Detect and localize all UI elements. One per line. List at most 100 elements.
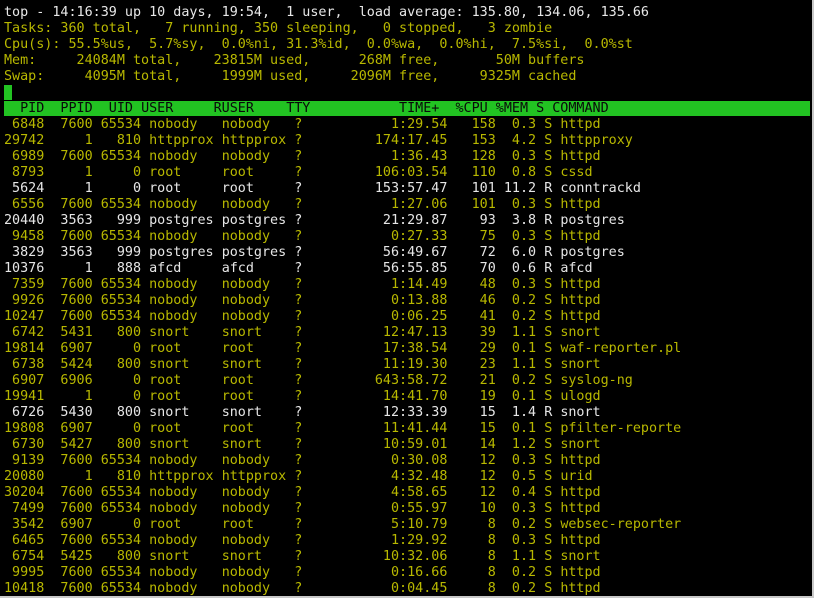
cell-ruser: root <box>221 373 295 388</box>
col-cpu: %CPU <box>439 101 488 116</box>
cell-ppid: 7600 <box>44 453 93 468</box>
cell-state: S <box>544 453 553 468</box>
cell-mem: 1.1 <box>495 357 537 372</box>
cell-pid: 9995 <box>4 565 45 580</box>
cell-command: httpd <box>560 149 601 164</box>
cell-state: S <box>544 357 553 372</box>
cell-ppid: 6907 <box>44 341 93 356</box>
cell-command: snort <box>560 549 601 564</box>
cell-ruser: root <box>221 421 295 436</box>
cell-ppid: 7600 <box>44 293 93 308</box>
cell-command: snort <box>560 325 601 340</box>
cell-tty: ? <box>294 565 351 580</box>
cell-ppid: 5430 <box>44 405 93 420</box>
cell-cpu: 110 <box>447 165 496 180</box>
cell-mem: 0.3 <box>495 117 537 132</box>
cell-time: 17:38.54 <box>350 341 448 356</box>
process-row: 6726 5430 800 snort snort ? 12:33.39 15 … <box>4 405 601 421</box>
cell-tty: ? <box>294 581 351 596</box>
cell-time: 56:55.85 <box>350 261 448 276</box>
col-time: TIME+ <box>358 101 440 116</box>
cell-cpu: 48 <box>447 277 496 292</box>
cell-uid: 65534 <box>92 293 142 308</box>
cell-mem: 6.0 <box>495 245 537 260</box>
cell-uid: 65534 <box>92 117 142 132</box>
cell-uid: 800 <box>92 357 142 372</box>
process-row: 30204 7600 65534 nobody nobody ? 4:58.65… <box>4 485 601 501</box>
cell-user: snort <box>149 405 222 420</box>
cell-ruser: nobody <box>221 581 295 596</box>
cell-state: S <box>544 501 553 516</box>
mem-line: Mem: 24084M total, 23815M used, 268M fre… <box>4 53 585 68</box>
cell-tty: ? <box>294 309 351 324</box>
cell-uid: 800 <box>92 405 142 420</box>
cell-time: 1:14.49 <box>350 277 448 292</box>
cell-tty: ? <box>294 501 351 516</box>
cell-mem: 3.8 <box>495 213 537 228</box>
cell-state: S <box>544 469 553 484</box>
cell-uid: 65534 <box>92 533 142 548</box>
cell-mem: 0.2 <box>495 293 537 308</box>
cell-pid: 10418 <box>4 581 45 596</box>
cell-pid: 6754 <box>4 549 45 564</box>
cell-mem: 0.4 <box>495 485 537 500</box>
process-row: 3829 3563 999 postgres postgres ? 56:49.… <box>4 245 625 261</box>
cell-cpu: 14 <box>447 437 496 452</box>
col-state: S <box>536 101 545 116</box>
cell-ruser: postgres <box>221 245 295 260</box>
process-row: 9926 7600 65534 nobody nobody ? 0:13.88 … <box>4 293 601 309</box>
cell-ppid: 6906 <box>44 373 93 388</box>
cell-user: nobody <box>149 309 222 324</box>
cell-time: 1:29.54 <box>350 117 448 132</box>
terminal-window[interactable]: top - 14:16:39 up 10 days, 19:54, 1 user… <box>0 0 814 598</box>
cell-state: S <box>544 485 553 500</box>
cell-time: 56:49.67 <box>350 245 448 260</box>
cell-command: postgres <box>560 245 625 260</box>
cell-ppid: 7600 <box>44 309 93 324</box>
cell-state: S <box>544 117 553 132</box>
cell-state: S <box>544 565 553 580</box>
cell-time: 11:41.44 <box>350 421 448 436</box>
cell-ppid: 7600 <box>44 565 93 580</box>
cell-uid: 65534 <box>92 581 142 596</box>
process-row: 6556 7600 65534 nobody nobody ? 1:27.06 … <box>4 197 601 213</box>
cell-time: 4:58.65 <box>350 485 448 500</box>
cell-ppid: 1 <box>44 389 93 404</box>
cell-time: 11:19.30 <box>350 357 448 372</box>
cell-user: postgres <box>149 245 222 260</box>
cell-ruser: nobody <box>221 309 295 324</box>
cell-mem: 0.2 <box>495 517 537 532</box>
process-row: 6848 7600 65534 nobody nobody ? 1:29.54 … <box>4 117 601 133</box>
cell-user: nobody <box>149 277 222 292</box>
cell-ppid: 1 <box>44 261 93 276</box>
cell-cpu: 8 <box>447 565 496 580</box>
cell-pid: 20440 <box>4 213 45 228</box>
cell-pid: 6465 <box>4 533 45 548</box>
cell-time: 1:29.92 <box>350 533 448 548</box>
cell-ppid: 1 <box>44 165 93 180</box>
cell-command: snort <box>560 357 601 372</box>
cell-state: S <box>544 197 553 212</box>
cell-tty: ? <box>294 485 351 500</box>
cell-cpu: 10 <box>447 501 496 516</box>
cell-time: 12:47.13 <box>350 325 448 340</box>
cell-tty: ? <box>294 133 351 148</box>
cell-state: S <box>544 149 553 164</box>
cell-state: S <box>544 229 553 244</box>
cell-user: snort <box>149 357 222 372</box>
cell-state: R <box>544 213 553 228</box>
cell-ppid: 3563 <box>44 245 93 260</box>
cell-command: httpd <box>560 197 601 212</box>
column-header: PID PPID UID USER RUSER TTY TIME+ %CPU %… <box>4 101 609 117</box>
cell-command: httpd <box>560 581 601 596</box>
cell-pid: 6848 <box>4 117 45 132</box>
cell-tty: ? <box>294 213 351 228</box>
process-row: 6738 5424 800 snort snort ? 11:19.30 23 … <box>4 357 601 373</box>
cell-cpu: 12 <box>447 453 496 468</box>
cell-time: 5:10.79 <box>350 517 448 532</box>
cell-time: 153:57.47 <box>350 181 448 196</box>
cell-pid: 6726 <box>4 405 45 420</box>
cell-time: 10:59.01 <box>350 437 448 452</box>
cell-cpu: 46 <box>447 293 496 308</box>
cell-ppid: 1 <box>44 133 93 148</box>
